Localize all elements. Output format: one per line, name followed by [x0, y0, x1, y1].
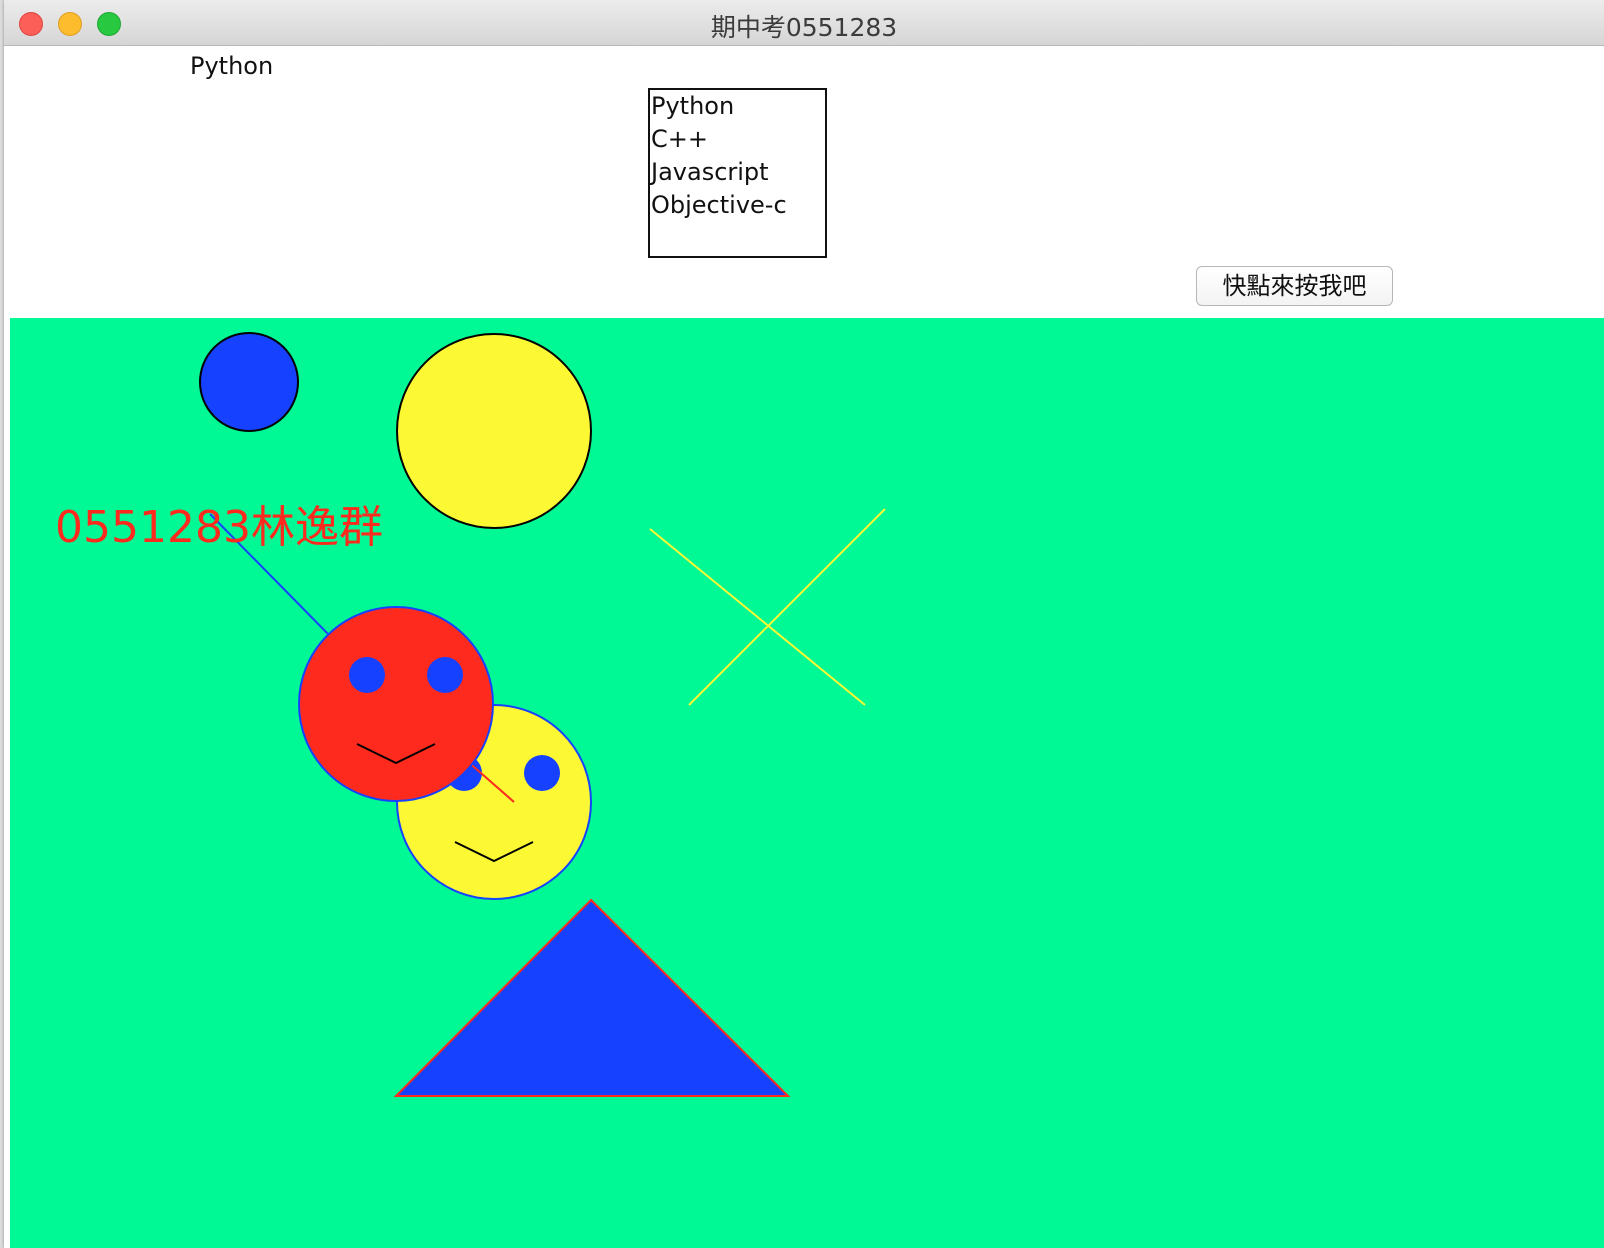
large-yellow-circle: [396, 333, 592, 529]
small-blue-circle: [199, 332, 299, 432]
selected-language-label: Python: [190, 52, 274, 80]
canvas-drawing: 0551283林逸群: [55, 332, 886, 1097]
yellow-cross-line-1: [649, 528, 866, 706]
red-smiley-face: [298, 606, 494, 802]
listbox-item-objective-c[interactable]: Objective-c: [650, 189, 825, 222]
drawing-canvas[interactable]: 0551283林逸群: [10, 318, 1604, 1248]
canvas-name-text: 0551283林逸群: [55, 502, 383, 553]
listbox-item-cpp[interactable]: C++: [650, 123, 825, 156]
title-bar[interactable]: 期中考0551283: [4, 0, 1604, 46]
blue-triangle: [393, 898, 791, 1097]
language-listbox[interactable]: Python C++ Javascript Objective-c: [648, 88, 827, 258]
listbox-item-python[interactable]: Python: [650, 90, 825, 123]
app-window: 期中考0551283 Python Python C++ Javascript …: [4, 0, 1604, 1248]
press-me-button[interactable]: 快點來按我吧: [1196, 266, 1393, 306]
listbox-item-javascript[interactable]: Javascript: [650, 156, 825, 189]
yellow-cross-line-2: [688, 508, 886, 706]
window-title: 期中考0551283: [710, 13, 898, 42]
